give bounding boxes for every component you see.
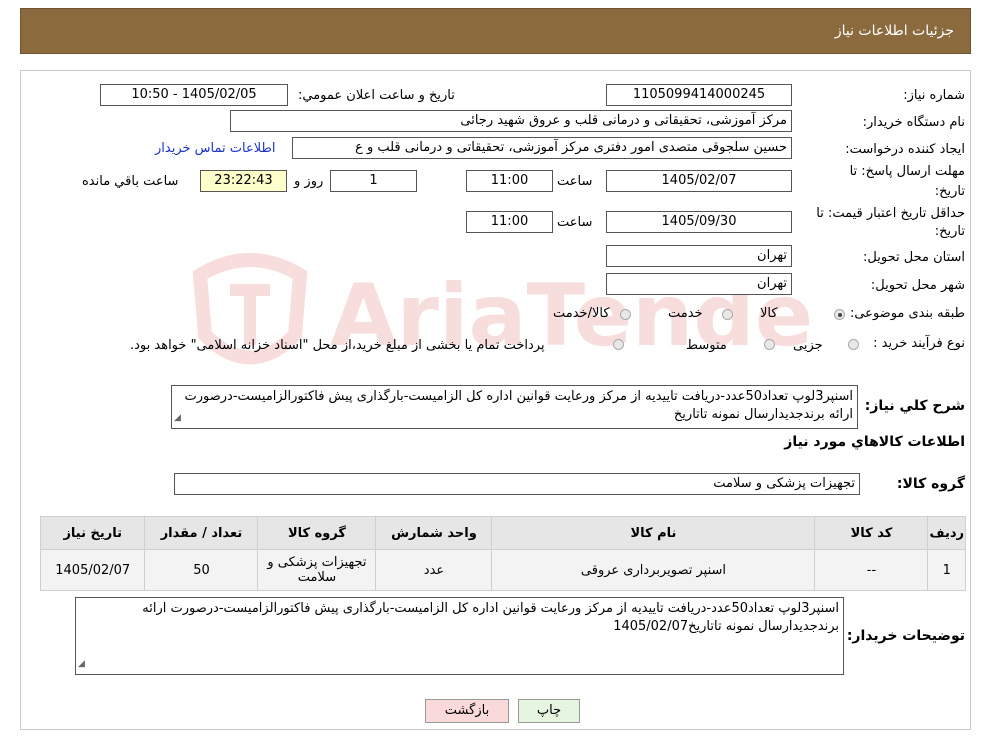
goods-info-title: اطلاعات كالاهاي مورد نياز	[784, 434, 965, 450]
field-requester: حسین سلجوقی متصدی امور دفتری مرکز آموزشی…	[292, 137, 792, 159]
col-code: کد کالا	[814, 516, 929, 550]
col-unit: واحد شمارش	[375, 516, 493, 550]
cell-unit: عدد	[375, 549, 493, 591]
label-purchase-type: نوع فرآیند خرید :	[873, 336, 965, 351]
purchase-note: پرداخت تمام یا بخشی از مبلغ خرید،از محل …	[130, 338, 545, 353]
label-remaining: ساعت باقي مانده	[82, 174, 179, 189]
radio-category-goods-label: کالا	[760, 306, 778, 321]
radio-purchase-medium[interactable]	[764, 339, 775, 350]
label-requester: ایجاد کننده درخواست:	[845, 142, 965, 157]
label-days: روز و	[294, 174, 324, 189]
field-need-number: 1105099414000245	[606, 84, 792, 106]
col-group: گروه کالا	[257, 516, 377, 550]
label-price-valid-line2: تاریخ:	[934, 224, 965, 239]
col-row: ردیف	[927, 516, 966, 550]
field-announce-datetime: 1405/02/05 - 10:50	[100, 84, 288, 106]
col-name: نام کالا	[491, 516, 816, 550]
radio-category-service[interactable]	[722, 309, 733, 320]
radio-category-service-label: خدمت	[668, 306, 703, 321]
back-button[interactable]: بازگشت	[425, 699, 509, 723]
cell-name: اسنپر تصویربرداری عروقی	[491, 549, 816, 591]
radio-purchase-minor[interactable]	[848, 339, 859, 350]
label-city: شهر محل تحویل:	[870, 278, 965, 293]
items-table: ردیف کد کالا نام کالا واحد شمارش گروه کا…	[39, 516, 966, 591]
print-button[interactable]: چاپ	[518, 699, 580, 723]
table-row: 1 -- اسنپر تصویربرداری عروقی عدد تجهیزات…	[39, 549, 966, 591]
label-announce-datetime: تاریخ و ساعت اعلان عمومي:	[298, 88, 455, 103]
resize-grip-icon[interactable]: ◢	[174, 409, 181, 427]
field-price-valid-time: 11:00	[466, 211, 553, 233]
contact-buyer-link[interactable]: اطلاعات تماس خریدار	[155, 141, 275, 156]
page-title: جزئیات اطلاعات نیاز	[834, 23, 954, 39]
label-deadline-line2: تاریخ:	[934, 184, 965, 199]
checkbox-treasury-payment[interactable]	[613, 339, 624, 350]
description-text: اسنپر3لوپ تعداد50عدد-دریافت تاییدیه از م…	[184, 389, 854, 422]
label-goods-group: گروه كالا:	[896, 476, 965, 492]
field-remaining-time: 23:22:43	[200, 170, 287, 192]
label-need-number: شماره نیاز:	[903, 88, 965, 103]
label-buyer-org: نام دستگاه خریدار:	[862, 115, 965, 130]
label-deadline-line1: مهلت ارسال پاسخ: تا	[849, 164, 965, 179]
label-price-valid-line1: حداقل تاریخ اعتبار قیمت: تا	[816, 206, 965, 221]
page-header: جزئیات اطلاعات نیاز	[20, 8, 971, 54]
field-goods-group: تجهیزات پزشکی و سلامت	[174, 473, 860, 495]
table-header-row: ردیف کد کالا نام کالا واحد شمارش گروه کا…	[39, 516, 966, 550]
radio-purchase-minor-label: جزیی	[793, 338, 823, 353]
radio-purchase-medium-label: متوسط	[686, 338, 727, 353]
field-deadline-date: 1405/02/07	[606, 170, 792, 192]
label-buyer-notes: توضیحات خریدار:	[846, 628, 965, 644]
label-province: استان محل تحویل:	[863, 250, 965, 265]
cell-qty: 50	[144, 549, 259, 591]
cell-date: 1405/02/07	[39, 549, 146, 591]
field-deadline-time: 11:00	[466, 170, 553, 192]
label-deadline-time: ساعت	[557, 174, 593, 189]
cell-row: 1	[927, 549, 966, 591]
field-price-valid-date: 1405/09/30	[606, 211, 792, 233]
radio-category-goods[interactable]	[834, 309, 845, 320]
field-province: تهران	[606, 245, 792, 267]
label-category: طبقه بندی موضوعی:	[849, 306, 965, 321]
field-deadline-days: 1	[330, 170, 417, 192]
field-buyer-org: مرکز آموزشی، تحقیقاتی و درمانی قلب و عرو…	[230, 110, 792, 132]
label-price-valid-time: ساعت	[557, 215, 593, 230]
cell-code: --	[814, 549, 929, 591]
radio-category-goods-service-label: کالا/خدمت	[553, 306, 610, 321]
description-textarea[interactable]: اسنپر3لوپ تعداد50عدد-دریافت تاییدیه از م…	[171, 385, 858, 429]
buyer-notes-textarea[interactable]: اسنپر3لوپ تعداد50عدد-دریافت تاییدیه از م…	[75, 597, 844, 675]
resize-grip-icon[interactable]: ◢	[78, 655, 85, 673]
buyer-notes-text: اسنپر3لوپ تعداد50عدد-دریافت تاییدیه از م…	[142, 601, 839, 634]
field-city: تهران	[606, 273, 792, 295]
cell-group: تجهیزات پزشکی و سلامت	[257, 549, 377, 591]
col-date: تاریخ نیاز	[39, 516, 146, 550]
col-qty: تعداد / مقدار	[144, 516, 259, 550]
radio-category-goods-service[interactable]	[620, 309, 631, 320]
label-description: شرح كلي نياز:	[864, 398, 965, 414]
